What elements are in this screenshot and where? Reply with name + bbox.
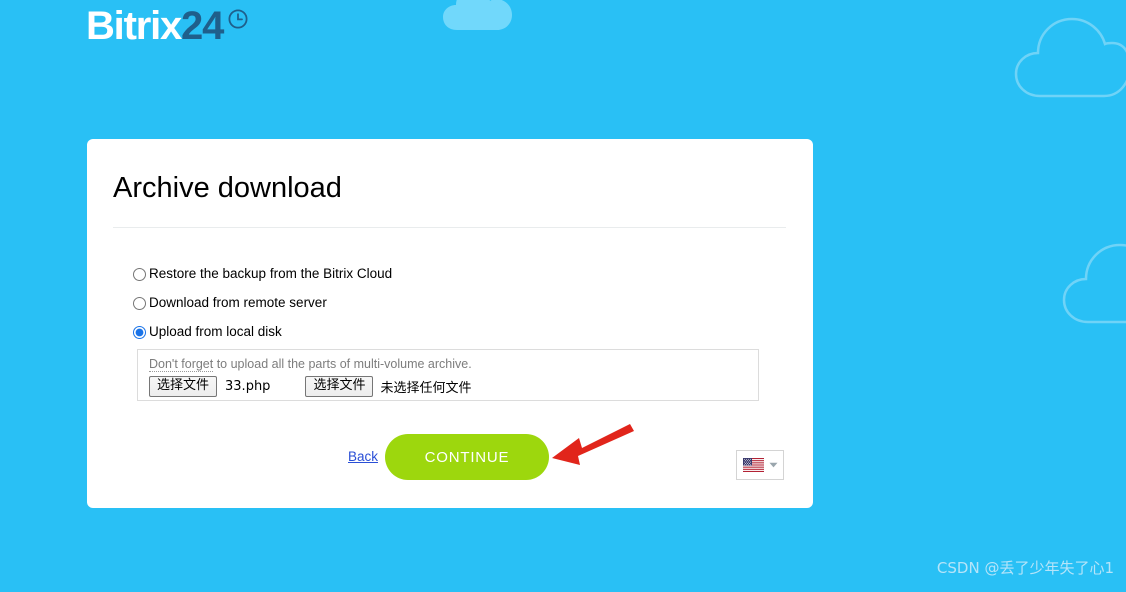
file-input-secondary[interactable]: 选择文件 未选择任何文件	[305, 376, 471, 397]
selected-file-name: 未选择任何文件	[380, 381, 472, 396]
watermark-text: CSDN @丢了少年失了心1	[936, 559, 1114, 577]
option-restore-from-bitrix-cloud[interactable]: Restore the backup from the Bitrix Cloud	[133, 263, 392, 285]
chevron-down-icon[interactable]	[769, 462, 778, 468]
clock-icon	[228, 9, 248, 29]
cloud-icon-filled	[443, 0, 512, 30]
us-flag-icon	[742, 458, 764, 472]
upload-hint-rest: to upload all the parts of multi-volume …	[213, 357, 472, 371]
upload-hint-emphasis: Don't forget	[149, 357, 214, 372]
cloud-icon-outline	[1014, 17, 1126, 98]
choose-file-button[interactable]: 选择文件	[149, 376, 218, 397]
archive-download-card: Archive download Restore the backup from…	[87, 139, 813, 508]
logo-text-accent: 24	[181, 4, 224, 48]
language-selector[interactable]	[736, 450, 784, 480]
logo-text-primary: Bitrix	[86, 4, 182, 48]
back-link[interactable]: Back	[348, 449, 378, 464]
continue-button[interactable]: CONTINUE	[385, 434, 549, 480]
file-input-primary[interactable]: 选择文件 33.php	[149, 376, 270, 397]
upload-panel: Don't forget to upload all the parts of …	[137, 349, 759, 401]
option-download-from-remote-server[interactable]: Download from remote server	[133, 292, 392, 314]
page-title: Archive download	[113, 172, 342, 204]
bitrix24-logo: Bitrix 24	[86, 4, 249, 48]
radio-upload-from-local-disk[interactable]	[133, 325, 146, 339]
choose-file-button[interactable]: 选择文件	[305, 376, 374, 397]
file-input-group: 选择文件 33.php 选择文件 未选择任何文件	[149, 376, 471, 397]
selected-file-name: 33.php	[225, 379, 271, 394]
option-label: Upload from local disk	[149, 324, 282, 339]
source-options: Restore the backup from the Bitrix Cloud…	[133, 263, 392, 350]
upload-hint: Don't forget to upload all the parts of …	[149, 357, 472, 372]
option-label: Restore the backup from the Bitrix Cloud	[149, 266, 393, 281]
option-label: Download from remote server	[149, 295, 327, 310]
radio-restore-from-bitrix-cloud[interactable]	[133, 267, 146, 281]
title-divider	[113, 227, 786, 228]
option-upload-from-local-disk[interactable]: Upload from local disk	[133, 321, 392, 343]
cloud-icon-outline	[1062, 243, 1126, 324]
radio-download-from-remote-server[interactable]	[133, 296, 146, 310]
